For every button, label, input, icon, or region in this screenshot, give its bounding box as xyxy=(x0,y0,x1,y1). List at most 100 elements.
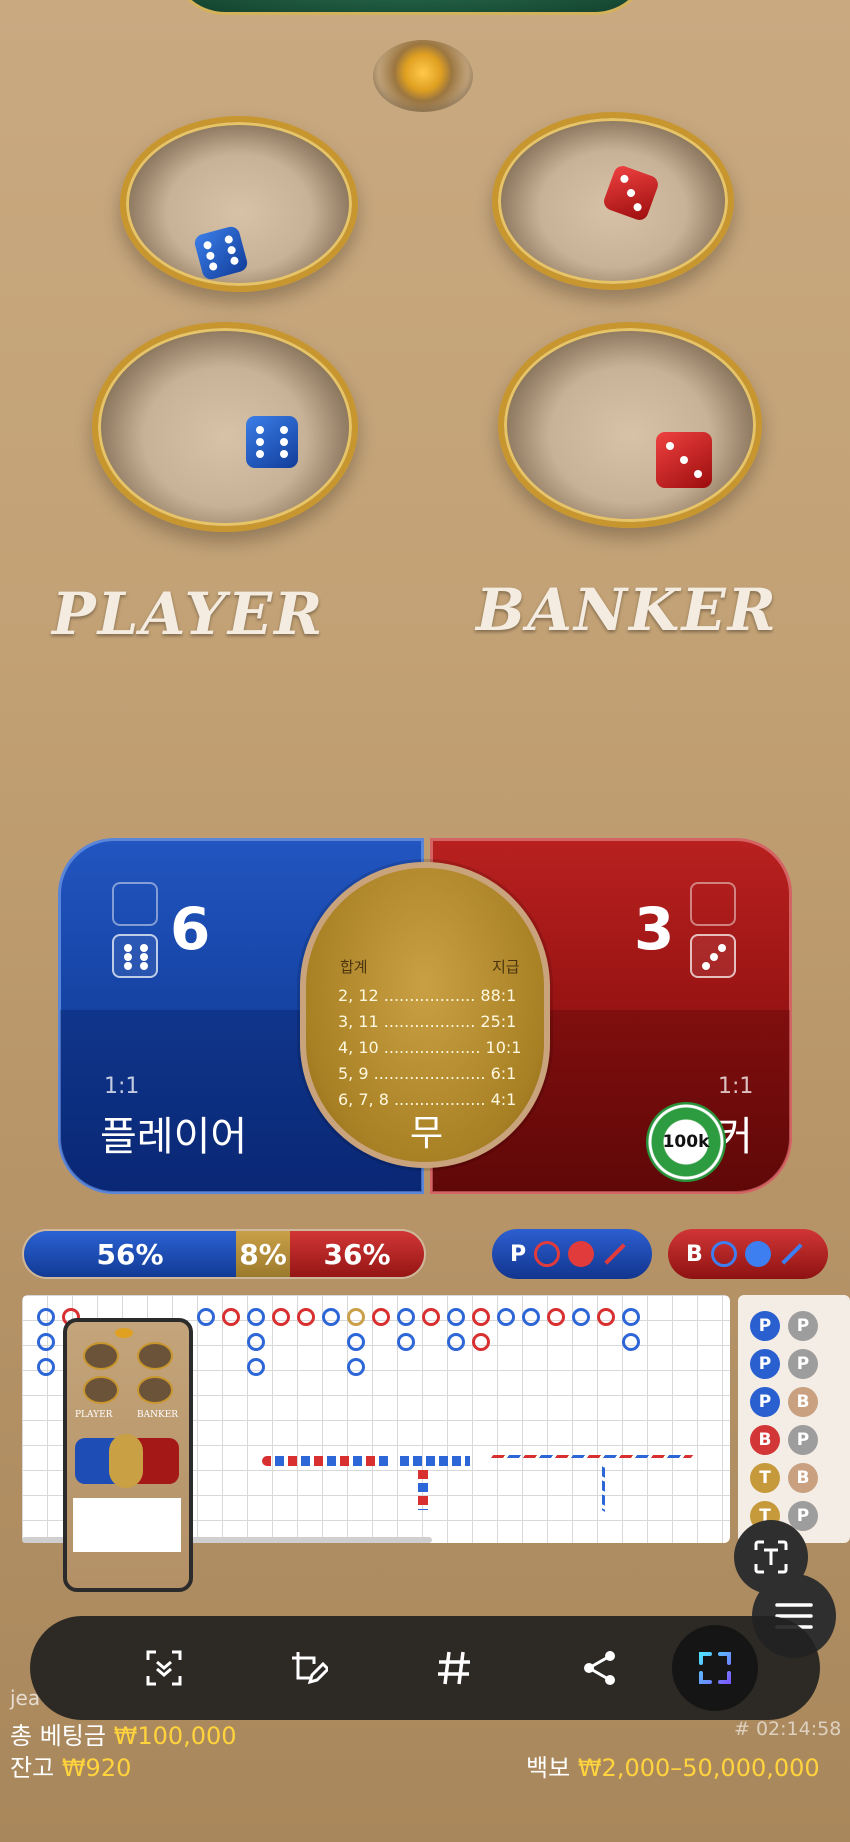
road-mark xyxy=(37,1308,55,1326)
road-mark xyxy=(397,1308,415,1326)
tie-row: 4, 10 ................... 10:1 xyxy=(338,1038,522,1057)
thumb-cup xyxy=(137,1376,173,1404)
road-mark xyxy=(272,1308,290,1326)
road-mark xyxy=(622,1308,640,1326)
road-mark xyxy=(247,1358,265,1376)
tie-bet-area[interactable]: 합계 지급 2, 12 .................. 88:1 3, 1… xyxy=(300,862,550,1168)
bead-p: P xyxy=(788,1311,818,1341)
cockroach-slash-icon xyxy=(781,1243,803,1265)
player-predict-letter: P xyxy=(510,1241,527,1267)
scroll-capture-button[interactable] xyxy=(124,1628,204,1708)
cockroach-road-col xyxy=(602,1466,605,1512)
banker-score: 3 xyxy=(634,895,675,963)
balance: 잔고 ₩920 xyxy=(10,1748,131,1783)
share-button[interactable] xyxy=(560,1628,640,1708)
road-mark xyxy=(397,1333,415,1351)
hashtag-icon xyxy=(438,1651,470,1685)
road-mark xyxy=(222,1308,240,1326)
road-mark xyxy=(372,1308,390,1326)
road-mark xyxy=(347,1358,365,1376)
banker-cup-1 xyxy=(492,112,734,290)
thumb-gem xyxy=(115,1328,133,1338)
screenshot-thumbnail[interactable]: PLAYER BANKER xyxy=(63,1318,193,1592)
hashtag-button[interactable] xyxy=(414,1628,494,1708)
total-bet-label: 총 베팅금 xyxy=(10,1722,106,1750)
chip-100k[interactable]: 100k xyxy=(646,1102,726,1182)
thumb-tie-panel xyxy=(109,1434,143,1488)
player-cup-2 xyxy=(92,322,358,532)
big-eye-ring-icon xyxy=(534,1241,561,1267)
small-road-dot-icon xyxy=(744,1241,771,1267)
road-mark xyxy=(472,1333,490,1351)
cockroach-slash-icon xyxy=(604,1243,626,1265)
round-id: # 02:14:58 xyxy=(734,1718,842,1740)
small-road-col xyxy=(418,1470,428,1510)
player-percent: 56% xyxy=(24,1231,236,1277)
thumb-banker-label: BANKER xyxy=(137,1410,179,1420)
bead-t: T xyxy=(750,1463,780,1493)
banker-predict-letter: B xyxy=(686,1241,703,1267)
tie-row: 5, 9 ...................... 6:1 xyxy=(338,1064,517,1083)
tie-sum-header: 합계 xyxy=(340,958,368,976)
road-mark xyxy=(247,1333,265,1351)
thumb-roadmap xyxy=(73,1498,181,1552)
bead-b: B xyxy=(788,1463,818,1493)
road-mark xyxy=(497,1308,515,1326)
banker-predict-button[interactable]: B xyxy=(668,1229,828,1279)
player-die-1 xyxy=(192,224,250,282)
player-score: 6 xyxy=(170,895,211,963)
thumb-player-label: PLAYER xyxy=(75,1410,113,1420)
road-mark xyxy=(472,1308,490,1326)
bead-p: P xyxy=(750,1349,780,1379)
table-gem xyxy=(373,40,473,112)
road-mark xyxy=(547,1308,565,1326)
player-bet-name: 플레이어 xyxy=(100,1114,248,1160)
road-mark xyxy=(322,1308,340,1326)
total-bet: 총 베팅금 ₩100,000 xyxy=(10,1716,237,1751)
road-mark xyxy=(247,1308,265,1326)
player-predict-button[interactable]: P xyxy=(492,1229,652,1279)
bead-p: P xyxy=(750,1311,780,1341)
road-mark xyxy=(597,1308,615,1326)
road-mark xyxy=(197,1308,215,1326)
bead-b: B xyxy=(750,1425,780,1455)
tie-pay-header: 지급 xyxy=(492,958,520,976)
road-mark xyxy=(572,1308,590,1326)
road-mark xyxy=(347,1308,365,1326)
banker-odds: 1:1 xyxy=(718,1074,754,1099)
crop-edit-icon xyxy=(292,1652,328,1685)
username: jea xyxy=(10,1686,41,1710)
scroll-capture-icon xyxy=(146,1650,182,1686)
banker-die-2 xyxy=(656,432,712,488)
cockroach-road-row xyxy=(490,1455,694,1458)
road-mark xyxy=(297,1308,315,1326)
road-mark xyxy=(37,1358,55,1376)
capture-frame-icon xyxy=(699,1652,731,1684)
bet-limits-value: ₩2,000–50,000,000 xyxy=(577,1754,820,1782)
total-bet-value: ₩100,000 xyxy=(113,1722,237,1750)
tie-percent: 8% xyxy=(236,1231,290,1277)
balance-value: ₩920 xyxy=(61,1754,132,1782)
player-die-icon xyxy=(112,934,158,978)
road-mark xyxy=(422,1308,440,1326)
bead-p: P xyxy=(788,1349,818,1379)
tie-row: 2, 12 .................. 88:1 xyxy=(338,986,517,1005)
bet-limits-label: 백보 xyxy=(526,1754,571,1782)
thumb-cup xyxy=(83,1376,119,1404)
bead-b: B xyxy=(788,1387,818,1417)
text-scan-icon xyxy=(754,1540,788,1574)
banker-card-slot xyxy=(690,882,736,926)
player-cup-1 xyxy=(120,116,358,292)
thumb-cup xyxy=(137,1342,173,1370)
draw-edit-button[interactable] xyxy=(268,1628,348,1708)
banker-percent: 36% xyxy=(290,1231,424,1277)
bead-road[interactable]: P P P P P B B P T B T P xyxy=(738,1295,850,1543)
road-mark xyxy=(37,1333,55,1351)
table-banker-label: BANKER xyxy=(476,576,778,644)
small-road-row xyxy=(400,1456,470,1466)
screenshot-toolbar xyxy=(30,1616,820,1720)
capture-mode-button[interactable] xyxy=(672,1625,758,1711)
table-dome xyxy=(170,0,650,15)
bead-p: P xyxy=(750,1387,780,1417)
player-die-2 xyxy=(246,416,298,468)
